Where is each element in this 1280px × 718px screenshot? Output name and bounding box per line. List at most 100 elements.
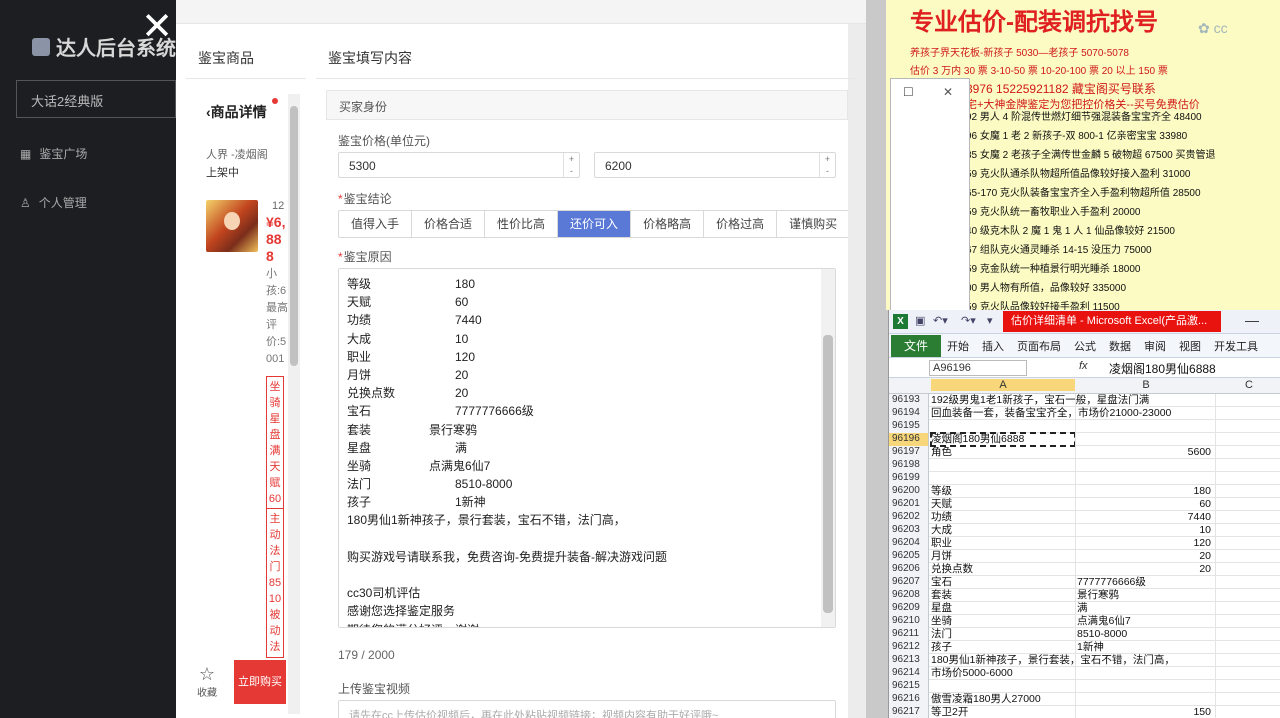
stepper[interactable]: + -	[819, 153, 835, 177]
cell-b[interactable]	[1077, 654, 1215, 667]
cell-a[interactable]: 傲雪凌霜180男人27000	[931, 693, 1075, 706]
ribbon-tab[interactable]: 开始	[947, 338, 969, 354]
undo-icon[interactable]: ↶▾	[933, 314, 948, 327]
cell-a[interactable]	[931, 459, 1075, 472]
row-number[interactable]: 96196	[889, 433, 929, 446]
row-number[interactable]: 96204	[889, 537, 929, 550]
row-number[interactable]: 96208	[889, 589, 929, 602]
column-b-header[interactable]: B	[1077, 379, 1215, 391]
cell-b[interactable]: 7440	[1077, 511, 1215, 524]
cell-a[interactable]: 180男仙1新神孩子，景行套装，宝石不错，法门高，	[931, 654, 1175, 667]
row-number[interactable]: 96199	[889, 472, 929, 485]
redo-icon[interactable]: ↷▾	[961, 314, 976, 327]
file-tab[interactable]: 文件	[891, 334, 941, 357]
row-number[interactable]: 96203	[889, 524, 929, 537]
cell-a[interactable]: 等级	[931, 485, 1075, 498]
cell-b[interactable]: 点满鬼6仙7	[1077, 615, 1215, 628]
cell-a[interactable]: 市场价5000-6000	[931, 667, 1075, 680]
cell-a[interactable]: 等卫2开	[931, 706, 1075, 718]
column-a-header[interactable]: A	[931, 379, 1075, 391]
cell-a[interactable]: 角色	[931, 446, 1075, 459]
cell-a[interactable]	[931, 472, 1075, 485]
row-number[interactable]: 96211	[889, 628, 929, 641]
cell-a[interactable]: 回血装备一套，装备宝宝齐全，市场价21000-23000	[931, 407, 1171, 420]
cell-a[interactable]: 兑换点数	[931, 563, 1075, 576]
cell-b[interactable]	[1077, 407, 1215, 420]
active-cell[interactable]: 凌烟阁180男仙6888	[930, 432, 1076, 447]
row-number[interactable]: 96214	[889, 667, 929, 680]
row-number[interactable]: 96201	[889, 498, 929, 511]
row-number[interactable]: 96202	[889, 511, 929, 524]
row-number[interactable]: 96198	[889, 459, 929, 472]
cell-a[interactable]: 套装	[931, 589, 1075, 602]
cell-b[interactable]: 150	[1077, 706, 1215, 718]
close-icon[interactable]: ✕	[138, 8, 176, 46]
cell-a[interactable]: 法门	[931, 628, 1075, 641]
stepper[interactable]: + -	[563, 153, 579, 177]
server-select[interactable]: 大话2经典版	[16, 80, 176, 118]
sidebar-item-appraisal-square[interactable]: ▦ 鉴宝广场	[20, 145, 87, 162]
cell-a[interactable]: 宝石	[931, 576, 1075, 589]
cell-b[interactable]: 180	[1077, 485, 1215, 498]
conclusion-option[interactable]: 价格合适	[412, 211, 486, 237]
cell-b[interactable]: 120	[1077, 537, 1215, 550]
row-number[interactable]: 96206	[889, 563, 929, 576]
price-max-input[interactable]: 6200 + -	[594, 152, 836, 178]
cell-b[interactable]: 20	[1077, 563, 1215, 576]
cell-b[interactable]: 景行寒鸦	[1077, 589, 1215, 602]
cell-b[interactable]	[1077, 459, 1215, 472]
price-min-input[interactable]: 5300 + -	[338, 152, 580, 178]
cell-b[interactable]	[1077, 394, 1215, 407]
cell-b[interactable]: 10	[1077, 524, 1215, 537]
row-number[interactable]: 96215	[889, 680, 929, 693]
sidebar-item-personal[interactable]: ♙ 个人管理	[20, 194, 87, 211]
product-thumbnail[interactable]	[206, 200, 258, 252]
reason-textarea[interactable]: 等级 180 天赋 60 功绩 7440 大成 10 职业 120 月饼 20 兑换点数 20 宝石 7777…	[338, 268, 836, 628]
cell-b[interactable]	[1077, 420, 1215, 433]
cell-a[interactable]	[931, 420, 1075, 433]
cell-b[interactable]	[1077, 472, 1215, 485]
row-number[interactable]: 96197	[889, 446, 929, 459]
modal-scrollbar[interactable]	[848, 24, 866, 718]
cell-a[interactable]: 坐骑	[931, 615, 1075, 628]
save-icon[interactable]: ▣	[915, 314, 925, 327]
cell-b[interactable]: 8510-8000	[1077, 628, 1215, 641]
cell-a[interactable]: 天赋	[931, 498, 1075, 511]
ribbon-tab[interactable]: 公式	[1074, 338, 1096, 354]
formula-input[interactable]: 凌烟阁180男仙6888	[1109, 360, 1216, 377]
cell-a[interactable]: 192级男鬼1老1新孩子，宝石一般，星盘法门满	[931, 394, 1149, 407]
close-icon[interactable]: ✕	[943, 85, 953, 99]
conclusion-option[interactable]: 值得入手	[339, 211, 413, 237]
row-number[interactable]: 96209	[889, 602, 929, 615]
row-number[interactable]: 96193	[889, 394, 929, 407]
cell-a[interactable]: 职业	[931, 537, 1075, 550]
cell-b[interactable]	[1077, 693, 1215, 706]
cell-b[interactable]: 满	[1077, 602, 1215, 615]
ribbon-tab[interactable]: 插入	[982, 338, 1004, 354]
column-c-header[interactable]: C	[1219, 379, 1279, 391]
row-number[interactable]: 96217	[889, 706, 929, 718]
conclusion-option-active[interactable]: 还价可入	[558, 211, 632, 237]
row-number[interactable]: 96207	[889, 576, 929, 589]
cell-b[interactable]	[1077, 680, 1215, 693]
ribbon-tab[interactable]: 视图	[1179, 338, 1201, 354]
ribbon-tab[interactable]: 页面布局	[1017, 338, 1061, 354]
row-number[interactable]: 96212	[889, 641, 929, 654]
row-number[interactable]: 96210	[889, 615, 929, 628]
row-number[interactable]: 96195	[889, 420, 929, 433]
conclusion-option[interactable]: 性价比高	[485, 211, 559, 237]
ribbon-tab[interactable]: 审阅	[1144, 338, 1166, 354]
favorite-button[interactable]: ☆ 收藏	[196, 664, 218, 699]
conclusion-option[interactable]: 价格过高	[704, 211, 778, 237]
cell-b[interactable]: 60	[1077, 498, 1215, 511]
cell-b[interactable]: 1新神	[1077, 641, 1215, 654]
conclusion-option[interactable]: 价格略高	[631, 211, 705, 237]
cell-a[interactable]: 星盘	[931, 602, 1075, 615]
maximize-icon[interactable]: ☐	[903, 85, 914, 99]
row-number[interactable]: 96194	[889, 407, 929, 420]
row-number[interactable]: 96213	[889, 654, 929, 667]
row-number[interactable]: 96216	[889, 693, 929, 706]
ribbon-tab[interactable]: 开发工具	[1214, 338, 1258, 354]
video-link-input[interactable]: 请先在cc上传估价视频后，再在此处粘贴视频链接；视频内容有助于好评哦~	[338, 700, 836, 718]
cell-b[interactable]: 5600	[1077, 446, 1215, 459]
